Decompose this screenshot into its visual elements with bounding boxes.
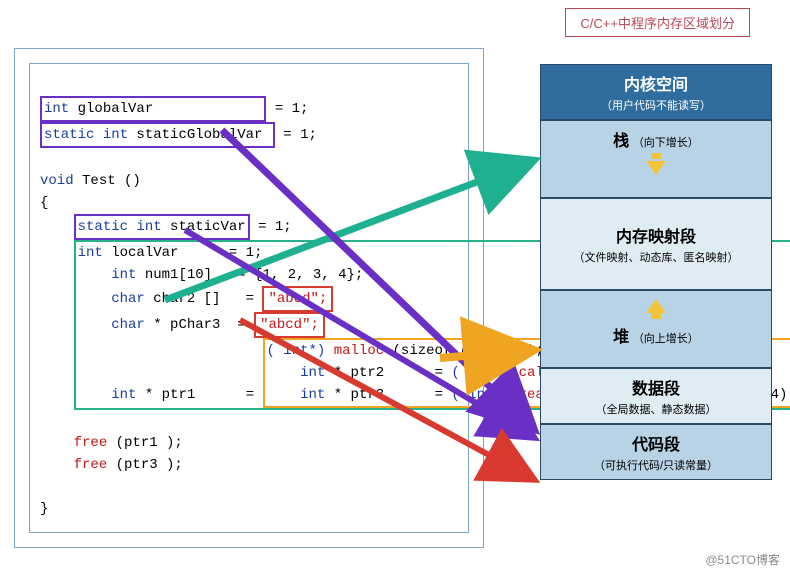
watermark: @51CTO博客	[705, 551, 780, 568]
cell-heap: 堆 （向上增长）	[540, 290, 772, 368]
static-local-box: static int staticVar	[74, 214, 250, 240]
str-literal-1: "abcd";	[262, 286, 333, 312]
globals-box: int globalVar	[40, 96, 266, 122]
globals-box-line2: static int staticGlobalVar	[40, 122, 275, 148]
cell-kernel: 内核空间 （用户代码不能读写）	[540, 64, 772, 120]
str-literal-2: "abcd";	[254, 312, 325, 338]
code-panel: int globalVar = 1; static int staticGlob…	[29, 63, 469, 533]
memory-layout-table: 内核空间 （用户代码不能读写） 栈 （向下增长） 内存映射段 （文件映射、动态库…	[540, 64, 772, 480]
arrow-down-icon	[545, 153, 767, 175]
cell-code: 代码段 （可执行代码/只读常量）	[540, 424, 772, 480]
diagram-title: C/C++中程序内存区域划分	[565, 8, 750, 37]
arrow-up-icon	[545, 299, 767, 319]
cell-stack: 栈 （向下增长）	[540, 120, 772, 198]
cell-mmap: 内存映射段 （文件映射、动态库、匿名映射）	[540, 198, 772, 290]
code-panel-outer: int globalVar = 1; static int staticGlob…	[14, 48, 484, 548]
cell-data: 数据段 （全局数据、静态数据）	[540, 368, 772, 424]
